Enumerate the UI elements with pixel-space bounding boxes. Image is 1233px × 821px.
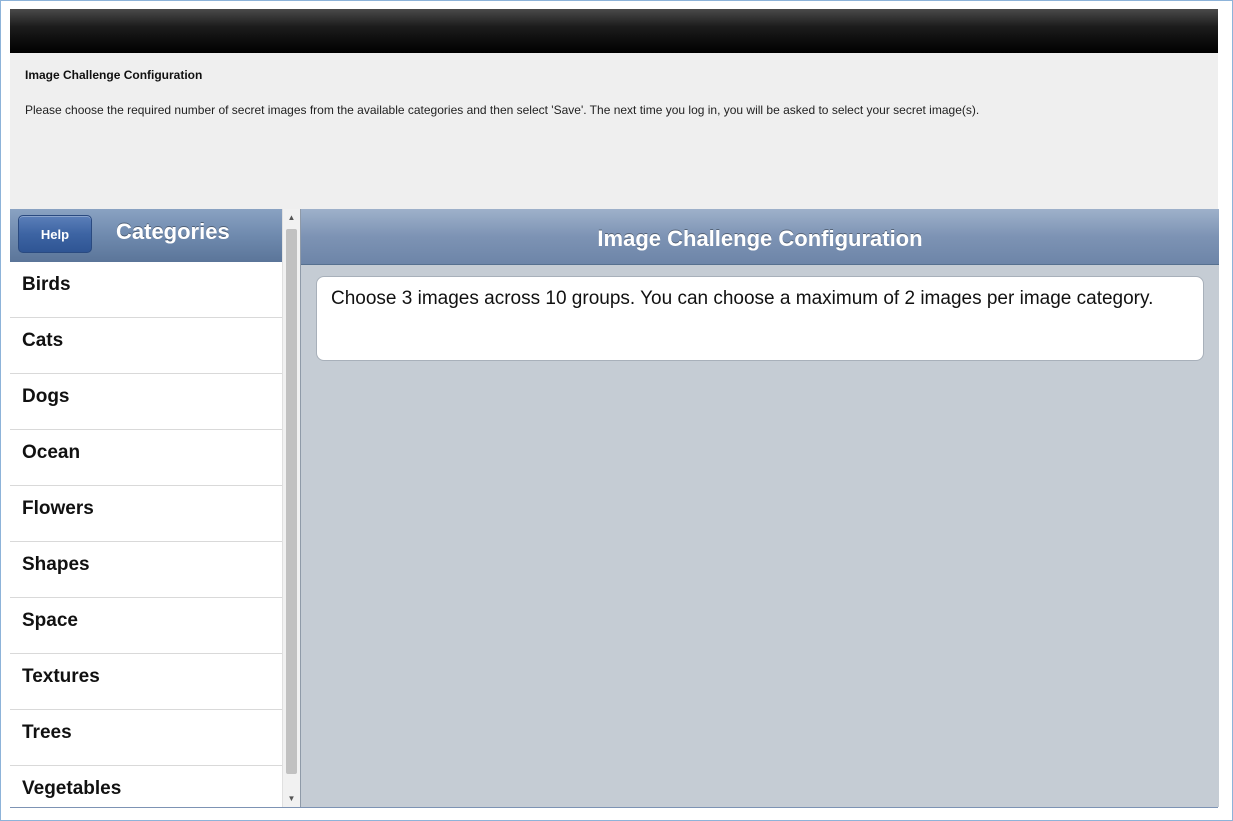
top-bar [10, 9, 1218, 53]
category-item-textures[interactable]: Textures [10, 654, 282, 710]
category-list: Birds Cats Dogs Ocean Flowers Shapes Spa… [10, 262, 282, 807]
categories-title: Categories [116, 219, 230, 244]
help-button[interactable]: Help [18, 215, 92, 253]
sidebar-header: Help Categories [10, 209, 282, 263]
category-item-vegetables[interactable]: Vegetables [10, 766, 282, 807]
category-item-cats[interactable]: Cats [10, 318, 282, 374]
sidebar-scrollbar[interactable]: ▲ ▼ [282, 209, 300, 807]
bottom-divider [10, 807, 1218, 808]
info-text: Please choose the required number of sec… [25, 103, 980, 117]
main-title: Image Challenge Configuration [301, 209, 1219, 265]
main-panel: Image Challenge Configuration Choose 3 i… [300, 209, 1219, 807]
category-item-shapes[interactable]: Shapes [10, 542, 282, 598]
category-item-trees[interactable]: Trees [10, 710, 282, 766]
scroll-down-arrow-icon[interactable]: ▼ [283, 790, 300, 807]
info-panel: Image Challenge Configuration Please cho… [10, 53, 1218, 209]
category-item-flowers[interactable]: Flowers [10, 486, 282, 542]
scroll-up-arrow-icon[interactable]: ▲ [283, 209, 300, 226]
scroll-thumb[interactable] [286, 229, 297, 774]
categories-sidebar: Help Categories Birds Cats Dogs Ocean Fl… [10, 209, 300, 807]
info-title: Image Challenge Configuration [25, 68, 203, 82]
category-item-birds[interactable]: Birds [10, 262, 282, 318]
instructions-message: Choose 3 images across 10 groups. You ca… [316, 276, 1204, 361]
category-item-dogs[interactable]: Dogs [10, 374, 282, 430]
category-item-space[interactable]: Space [10, 598, 282, 654]
category-item-ocean[interactable]: Ocean [10, 430, 282, 486]
